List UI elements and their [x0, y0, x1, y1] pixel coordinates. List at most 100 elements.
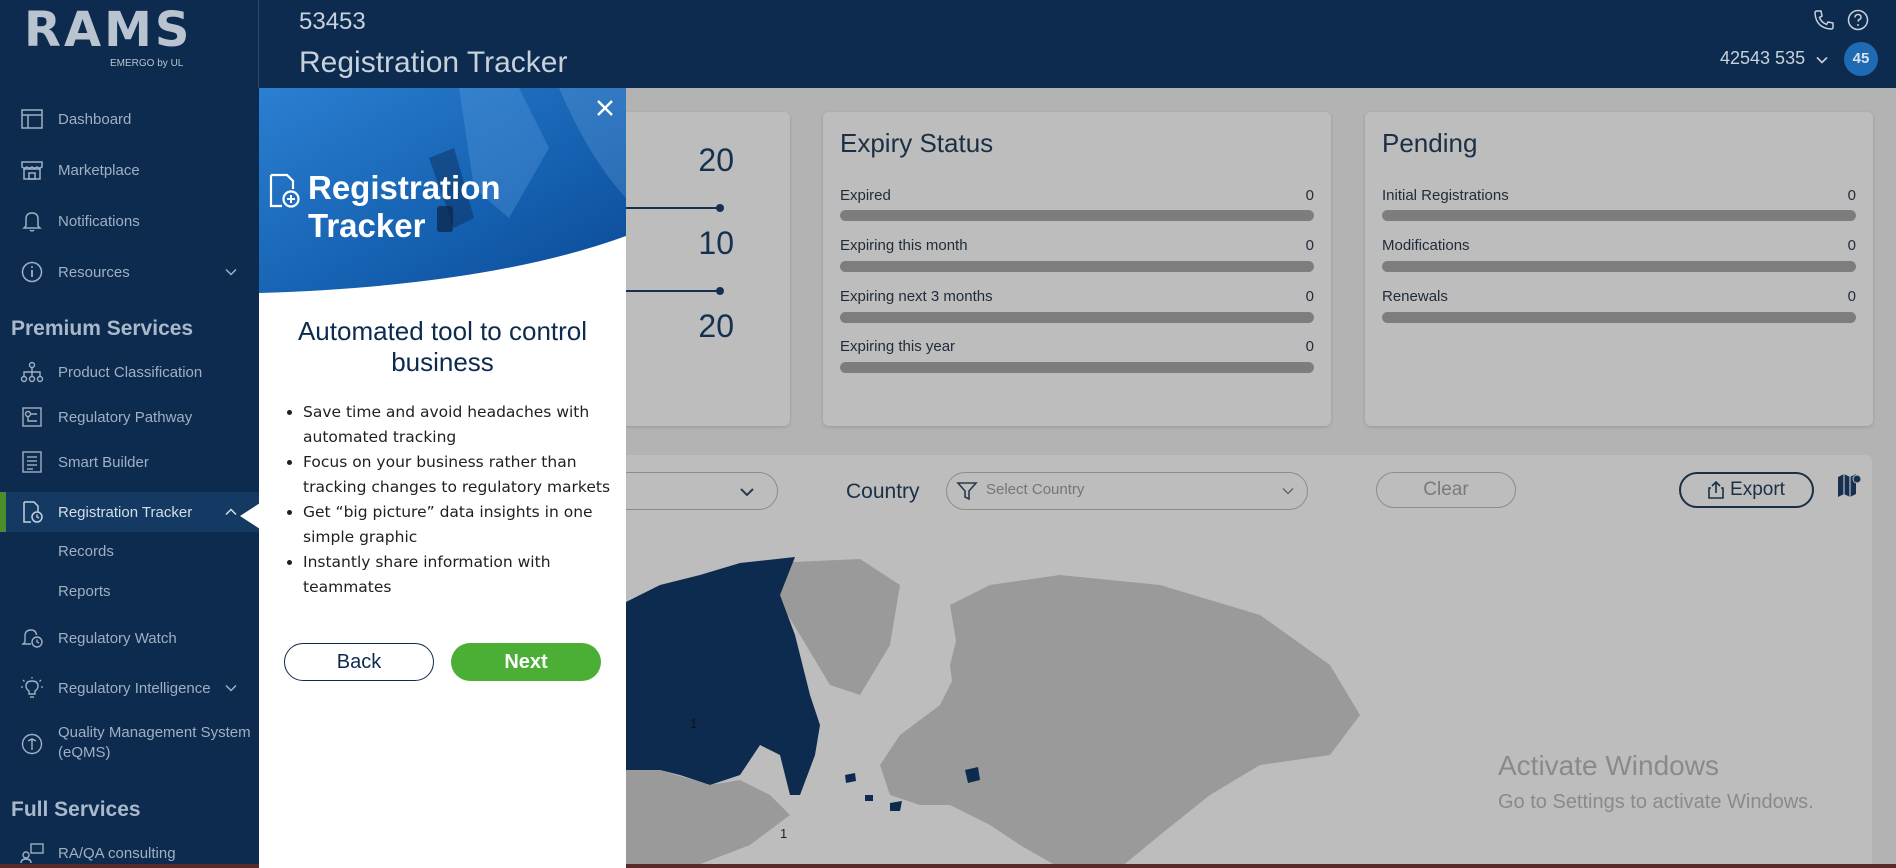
tour-bullet: Instantly share information with teammat… [303, 550, 621, 600]
summary-value: 10 [698, 225, 734, 261]
map-icon[interactable] [1836, 472, 1862, 500]
sidebar-subitem-reports[interactable]: Reports [58, 583, 111, 600]
sidebar-item-notifications[interactable]: Notifications [0, 201, 259, 241]
clear-button[interactable]: Clear [1376, 472, 1516, 508]
world-map[interactable]: 1 1 [560, 555, 1380, 868]
share-icon [1708, 481, 1724, 499]
pending-card: Pending Initial Registrations 0 Modifica… [1365, 112, 1873, 426]
pending-row-value: 0 [1847, 237, 1856, 254]
sidebar-item-label: Quality Management System [58, 724, 251, 741]
tour-bullet: Save time and avoid headaches with autom… [303, 400, 621, 450]
tour-bullet-list: Save time and avoid headaches with autom… [303, 400, 621, 600]
logo-text: RAMS [24, 2, 193, 58]
account-number[interactable]: 42543 535 [1720, 48, 1805, 69]
store-icon [21, 161, 43, 180]
separator-dot [716, 287, 724, 295]
map-region-highlight [865, 795, 873, 801]
pending-row-value: 0 [1847, 187, 1856, 204]
pending-row-label: Renewals [1382, 288, 1448, 305]
logo-subtitle: EMERGO by UL [110, 58, 184, 69]
map-region-highlight [845, 773, 856, 783]
sidebar-item-regulatory-pathway[interactable]: Regulatory Pathway [0, 397, 259, 437]
chevron-down-icon[interactable] [1280, 483, 1296, 499]
sidebar-item-label: Notifications [58, 212, 140, 230]
back-button[interactable]: Back [284, 643, 434, 681]
next-button[interactable]: Next [451, 643, 601, 681]
sidebar-item-registration-tracker[interactable]: Registration Tracker [0, 492, 259, 532]
pending-title: Pending [1382, 128, 1478, 158]
expiry-progress-bar [840, 362, 1314, 373]
summary-value: 20 [698, 142, 734, 178]
country-label: Country [846, 480, 920, 503]
sidebar-item-product-classification[interactable]: Product Classification [0, 352, 259, 392]
pending-progress-bar [1382, 312, 1856, 323]
premium-services-title: Premium Services [11, 317, 194, 340]
sidebar-item-label: Regulatory Intelligence [58, 679, 211, 697]
chevron-down-icon[interactable] [224, 265, 238, 279]
help-icon[interactable] [1846, 8, 1870, 32]
sidebar-item-label: Regulatory Watch [58, 629, 177, 647]
sidebar: Dashboard Marketplace Notifications Reso… [0, 88, 259, 868]
sidebar-item-resources[interactable]: Resources [0, 252, 259, 292]
map-marker-label: 1 [690, 716, 697, 731]
expiry-row-value: 0 [1305, 288, 1314, 305]
expiry-row-value: 0 [1305, 237, 1314, 254]
sidebar-item-label: Marketplace [58, 161, 140, 179]
record-id: 53453 [299, 8, 366, 35]
sidebar-item-label: Smart Builder [58, 453, 149, 471]
info-icon [21, 261, 43, 283]
bell-icon [22, 212, 42, 232]
sidebar-item-marketplace[interactable]: Marketplace [0, 150, 259, 190]
chevron-up-icon[interactable] [224, 505, 238, 519]
pending-row-label: Initial Registrations [1382, 187, 1509, 204]
expiry-row-value: 0 [1305, 187, 1314, 204]
tour-banner: Registration Tracker [259, 88, 626, 293]
pending-progress-bar [1382, 210, 1856, 221]
summary-value: 20 [698, 308, 734, 344]
sidebar-subitem-records[interactable]: Records [58, 543, 114, 560]
consulting-icon [20, 843, 44, 864]
sidebar-item-label: Registration Tracker [58, 503, 193, 521]
expiry-row-label: Expiring next 3 months [840, 288, 993, 305]
map-region-highlight [890, 801, 902, 811]
page-title: Registration Tracker [299, 46, 568, 79]
close-icon[interactable] [593, 96, 617, 120]
sidebar-item-label: RA/QA consulting [58, 844, 176, 862]
builder-icon [22, 451, 42, 473]
logo[interactable]: RAMS EMERGO by UL [0, 0, 259, 88]
sidebar-item-label: Resources [58, 263, 130, 281]
watch-bell-icon [21, 629, 43, 648]
expiry-progress-bar [840, 261, 1314, 272]
expiry-progress-bar [840, 312, 1314, 323]
windows-watermark-title: Activate Windows [1498, 750, 1719, 781]
avatar[interactable]: 45 [1844, 42, 1878, 76]
dashboard-icon [21, 109, 43, 129]
separator-dot [716, 204, 724, 212]
chevron-down-icon[interactable] [1815, 53, 1829, 67]
map-region-eurasia [880, 575, 1360, 868]
pending-row-label: Modifications [1382, 237, 1470, 254]
sidebar-item-regulatory-intelligence[interactable]: Regulatory Intelligence [0, 668, 259, 708]
tour-bullet: Get “big picture” data insights in one s… [303, 500, 621, 550]
tracker-icon [269, 173, 300, 208]
filter-icon [956, 482, 978, 501]
phone-icon[interactable] [1812, 8, 1836, 32]
sidebar-item-ra-qa-consulting[interactable]: RA/QA consulting [0, 833, 259, 868]
pending-row-value: 0 [1847, 288, 1856, 305]
tour-heading: Automated tool to control business [297, 316, 588, 377]
hierarchy-icon [20, 361, 44, 383]
expiry-row-label: Expired [840, 187, 891, 204]
tour-pointer-arrow [240, 503, 260, 529]
sidebar-item-smart-builder[interactable]: Smart Builder [0, 442, 259, 482]
sidebar-item-quality-management-system[interactable]: Quality Management System (eQMS) [0, 721, 259, 767]
chevron-down-icon[interactable] [738, 483, 756, 501]
export-button[interactable]: Export [1679, 472, 1814, 508]
tracker-icon [23, 501, 43, 523]
tour-popover: Registration Tracker Automated tool to c… [259, 88, 626, 868]
sidebar-item-regulatory-watch[interactable]: Regulatory Watch [0, 618, 259, 658]
chevron-down-icon[interactable] [224, 681, 238, 695]
pending-progress-bar [1382, 261, 1856, 272]
sidebar-item-dashboard[interactable]: Dashboard [0, 99, 259, 139]
expiry-row-value: 0 [1305, 338, 1314, 355]
expiry-progress-bar [840, 210, 1314, 221]
